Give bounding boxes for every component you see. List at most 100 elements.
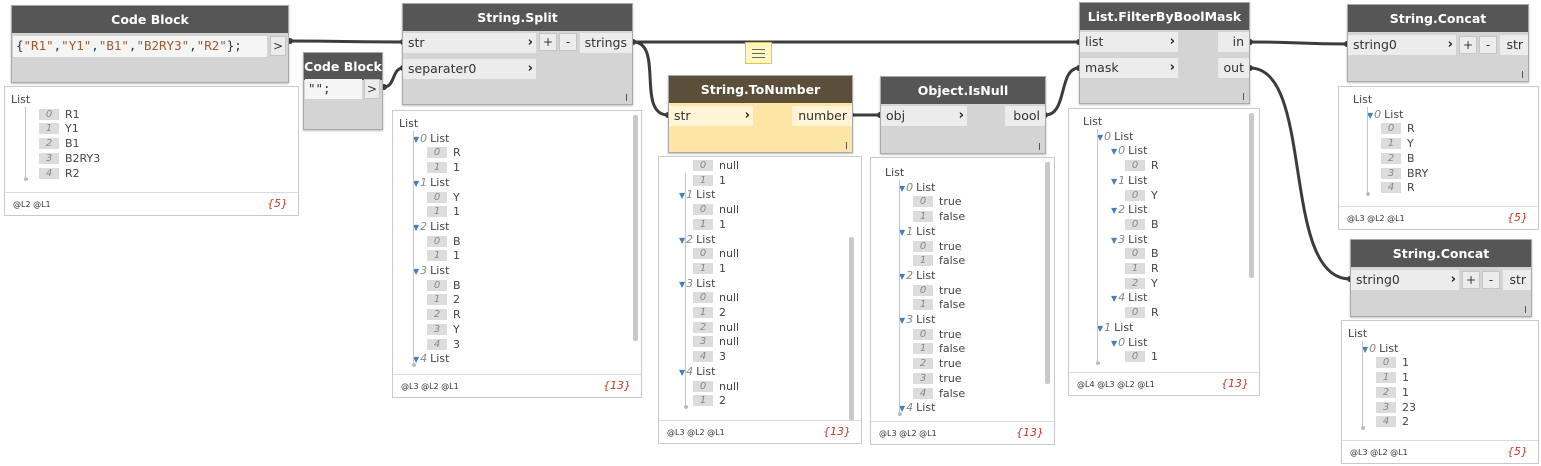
item-count: {13}: [1016, 426, 1044, 439]
list-item: 11: [427, 161, 460, 175]
output-port-strings[interactable]: strings: [580, 33, 632, 53]
resize-grip[interactable]: [1522, 71, 1523, 78]
node-title[interactable]: Code Block: [12, 6, 288, 33]
expand-triangle-icon[interactable]: ▼: [1111, 147, 1117, 156]
note-icon[interactable]: [745, 42, 772, 64]
port-label: str: [674, 108, 691, 123]
node-title[interactable]: List.FilterByBoolMask: [1080, 3, 1249, 30]
string-split-node[interactable]: String.Split str › separater0 › + - string…: [402, 3, 633, 105]
item-value: null: [719, 320, 740, 334]
output-port-number[interactable]: number: [792, 106, 852, 126]
expand-triangle-icon[interactable]: ▼: [1111, 294, 1117, 303]
resize-grip[interactable]: [1243, 93, 1244, 100]
remove-input-button[interactable]: -: [1482, 271, 1500, 289]
list-levels[interactable]: @L4 @L3 @L2 @L1: [1077, 380, 1155, 389]
string-to-number-node[interactable]: String.ToNumber str › number: [668, 75, 853, 153]
scrollbar-thumb[interactable]: [633, 115, 638, 341]
input-port-list[interactable]: list ›: [1080, 32, 1178, 52]
node-title[interactable]: Code Block: [304, 53, 382, 80]
filter-by-bool-mask-node[interactable]: List.FilterByBoolMask list › mask › in out: [1079, 2, 1250, 104]
expand-triangle-icon[interactable]: ▼: [1111, 206, 1117, 215]
list-label: List: [1379, 341, 1399, 355]
item-value: 23: [1402, 400, 1416, 414]
scrollbar-thumb[interactable]: [849, 237, 854, 443]
node-title[interactable]: String.Concat: [1351, 240, 1531, 267]
scrollbar-thumb[interactable]: [1249, 113, 1254, 278]
item-value: 3: [453, 337, 460, 351]
input-port-string0[interactable]: string0 ›: [1351, 270, 1459, 290]
item-value: R: [1151, 159, 1159, 173]
preview-w6[interactable]: List ▼0 List 0 R 1 Y 2 B 3 BRY 4 R @L3 @L2 @L1 {5}: [1338, 86, 1539, 230]
item-index: 0: [1125, 218, 1145, 230]
output-port-in[interactable]: in: [1218, 32, 1249, 52]
sublist-index: 1: [420, 175, 428, 189]
output-port-out[interactable]: out: [1218, 58, 1249, 78]
item-value: R: [453, 146, 461, 160]
list-levels[interactable]: @L2 @L1: [13, 200, 51, 209]
resize-grip[interactable]: [846, 142, 847, 149]
add-input-button[interactable]: +: [1462, 271, 1480, 289]
object-isnull-node[interactable]: Object.IsNull obj › bool: [880, 76, 1046, 154]
tree-guide-line: [1362, 341, 1363, 426]
input-port-str[interactable]: str ›: [403, 33, 536, 53]
list-levels[interactable]: @L3 @L2 @L1: [879, 429, 937, 438]
list-levels[interactable]: @L3 @L2 @L1: [1347, 214, 1405, 223]
input-port-string0[interactable]: string0 ›: [1348, 35, 1456, 55]
item-index: 0: [1381, 123, 1401, 135]
sublist-index: 3: [420, 264, 428, 277]
code-block-node[interactable]: Code Block {"R1","Y1","B1","B2RY3","R2"}…: [11, 5, 289, 83]
input-port-str[interactable]: str ›: [669, 106, 753, 126]
scrollbar-thumb[interactable]: [1045, 162, 1050, 384]
tree-end-dot: [683, 404, 688, 409]
item-value: 1: [1151, 350, 1158, 364]
remove-input-button[interactable]: -: [1479, 36, 1497, 54]
input-port-separator[interactable]: separater0 ›: [403, 59, 536, 79]
node-title[interactable]: String.ToNumber: [669, 76, 852, 103]
sublist-header: ▼0 List: [1111, 144, 1147, 158]
list-levels[interactable]: @L3 @L2 @L1: [1350, 448, 1408, 457]
output-port-bool[interactable]: bool: [1005, 106, 1045, 126]
output-port-str[interactable]: str: [1500, 35, 1528, 55]
item-index: 0: [1125, 351, 1145, 363]
preview-w5[interactable]: List ▼0 List ▼0 List 0 R ▼1 List 0 Y ▼2 List 0 B ▼3 List…: [1068, 108, 1260, 396]
add-input-button[interactable]: +: [1459, 36, 1477, 54]
preview-w7[interactable]: List ▼0 List 0 1 1 1 2 1 3 23 4 2 @L3 @L2 @L1 {5}: [1341, 320, 1539, 464]
expand-triangle-icon[interactable]: ▼: [1111, 177, 1117, 186]
resize-grip[interactable]: [1039, 143, 1040, 150]
item-index: 0: [693, 380, 713, 392]
input-port-mask[interactable]: mask ›: [1080, 58, 1178, 78]
code-input[interactable]: "";: [305, 79, 362, 99]
list-label: List: [430, 175, 450, 189]
list-levels[interactable]: @L3 @L2 @L1: [401, 382, 459, 391]
item-index: 0: [39, 108, 59, 120]
node-title[interactable]: String.Concat: [1348, 5, 1528, 32]
output-port[interactable]: >: [270, 36, 286, 56]
output-port[interactable]: >: [364, 79, 380, 99]
item-value: B: [1407, 151, 1415, 165]
item-index: 1: [693, 262, 713, 274]
preview-w1[interactable]: List 0 R1 1 Y1 2 B1 3 B2RY3 4 R2 @L2 @L1 {5}: [4, 86, 299, 216]
resize-grip[interactable]: [626, 94, 627, 101]
node-title[interactable]: Object.IsNull: [881, 77, 1045, 104]
expand-triangle-icon[interactable]: ▼: [1111, 339, 1117, 348]
resize-grip[interactable]: [1525, 306, 1526, 313]
preview-w2[interactable]: List ▼0 List 0 R 1 1 ▼1 List 0 Y 1 1 ▼2 List 0 B 1 1 ▼3 List…: [392, 110, 642, 398]
add-input-button[interactable]: +: [539, 33, 557, 51]
input-port-obj[interactable]: obj ›: [881, 106, 967, 126]
code-input[interactable]: {"R1","Y1","B1","B2RY3","R2"};: [13, 36, 267, 57]
expand-triangle-icon[interactable]: ▼: [1111, 236, 1117, 245]
item-index: 0: [1376, 357, 1396, 369]
item-value: Y: [453, 190, 460, 204]
sublist-header: ▼1 List: [1097, 321, 1133, 335]
node-title[interactable]: String.Split: [403, 4, 632, 31]
string-concat-node[interactable]: String.Concat string0 › + - str: [1347, 4, 1529, 82]
sublist-header: ▼3 List: [899, 313, 935, 327]
remove-input-button[interactable]: -: [559, 33, 577, 51]
output-port-str[interactable]: str: [1503, 270, 1531, 290]
preview-w4[interactable]: List ▼0 List 0 true 1 false ▼1 List 0 true 1 false ▼2…: [870, 157, 1055, 445]
item-index: 0: [1125, 160, 1145, 172]
list-levels[interactable]: @L3 @L2 @L1: [667, 428, 725, 437]
preview-w3[interactable]: 0 null 1 1 ▼1 List 0 null 1 1 ▼2 List 0 null 1 1 ▼3 List 0…: [658, 156, 862, 444]
code-block-node-2[interactable]: Code Block ""; >: [303, 52, 383, 130]
string-concat-node-2[interactable]: String.Concat string0 › + - str: [1350, 239, 1532, 317]
